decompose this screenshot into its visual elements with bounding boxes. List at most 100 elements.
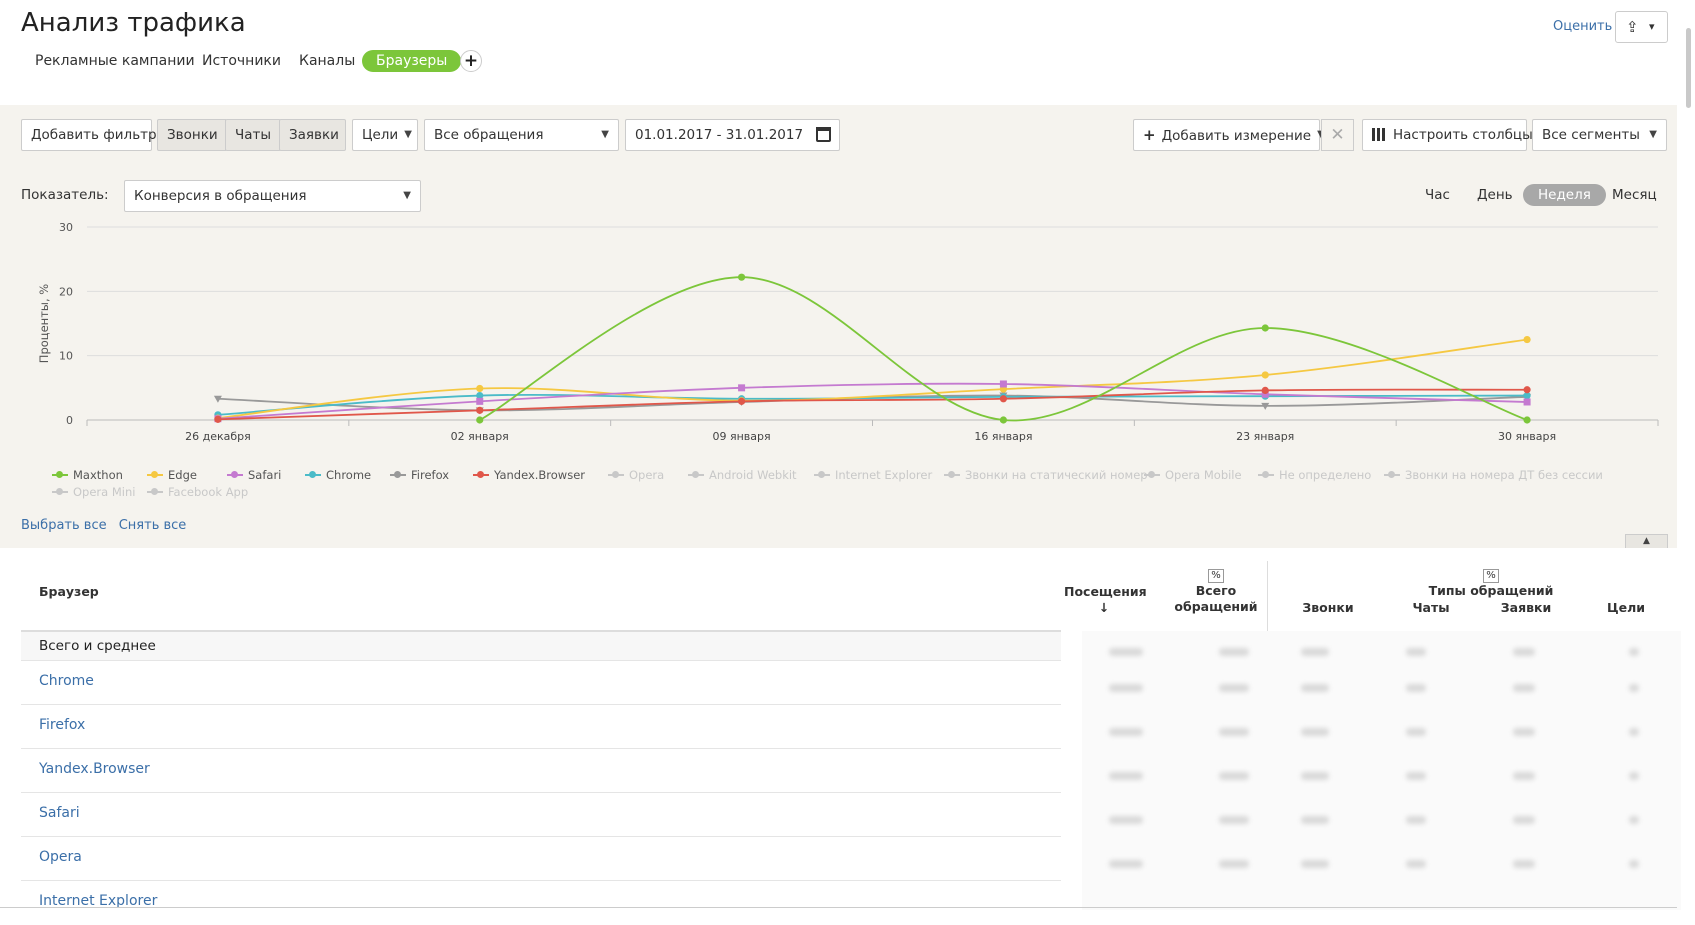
data-point — [1261, 386, 1269, 395]
legend-item[interactable]: Android Webkit — [688, 468, 797, 482]
data-point — [476, 406, 484, 414]
add-tab-icon[interactable]: + — [460, 50, 482, 72]
viewport-bottom-edge — [0, 907, 1677, 908]
legend-label: Android Webkit — [709, 468, 797, 482]
table-row[interactable]: Yandex.Browser — [21, 749, 1061, 793]
percent-toggle[interactable]: % — [1208, 569, 1224, 583]
period-month[interactable]: Месяц — [1612, 184, 1657, 206]
legend-marker-icon — [147, 487, 163, 497]
legend-item[interactable]: Opera Mobile — [1144, 468, 1242, 482]
col-header-total[interactable]: % Всего обращений — [1161, 566, 1271, 615]
collapse-chart-button[interactable]: ▲ — [1625, 534, 1668, 548]
requests-select-label: Все обращения — [434, 127, 544, 143]
legend-item[interactable]: Не определено — [1258, 468, 1371, 482]
legend-item[interactable]: Facebook App — [147, 485, 248, 499]
add-filter-button[interactable]: Добавить фильтр — [21, 119, 157, 151]
table-row-label[interactable]: Yandex.Browser — [39, 761, 150, 777]
obscured-value — [1109, 860, 1143, 868]
rate-link[interactable]: Оценить — [1553, 19, 1612, 34]
add-dimension-button[interactable]: +Добавить измерение▼ — [1133, 119, 1325, 151]
goals-select[interactable]: Цели ▼ — [352, 119, 418, 151]
table-row[interactable]: Safari — [21, 793, 1061, 837]
legend-item[interactable]: Edge — [147, 468, 197, 482]
tab-channels[interactable]: Каналы — [299, 50, 355, 72]
select-all-link[interactable]: Выбрать все — [21, 518, 107, 533]
table-row[interactable]: Firefox — [21, 705, 1061, 749]
metric-select[interactable]: Конверсия в обращения ▼ — [124, 180, 421, 212]
table-row[interactable]: Internet Explorer — [21, 881, 1061, 925]
obscured-value — [1629, 684, 1639, 692]
table-row-label[interactable]: Opera — [39, 849, 82, 865]
chevron-down-icon: ▼ — [601, 129, 609, 140]
obscured-value — [1219, 772, 1249, 780]
legend-links: Выбрать все Снять все — [21, 518, 186, 533]
data-point — [737, 397, 746, 405]
period-hour[interactable]: Час — [1425, 184, 1450, 206]
col-header-browser[interactable]: Браузер — [39, 584, 99, 600]
period-day[interactable]: День — [1477, 184, 1513, 206]
obscured-value — [1629, 816, 1639, 824]
tab-campaigns[interactable]: Рекламные кампании — [35, 50, 195, 72]
col-header-requests[interactable]: Заявки — [1481, 600, 1571, 616]
metric-select-label: Конверсия в обращения — [134, 188, 307, 204]
chevron-down-icon: ▼ — [1649, 129, 1657, 140]
obscured-value — [1301, 648, 1329, 656]
table-row-label[interactable]: Safari — [39, 805, 80, 821]
tab-browsers[interactable]: Браузеры — [362, 50, 462, 72]
segment-chats[interactable]: Чаты — [225, 119, 281, 151]
legend-label: Opera — [629, 468, 665, 482]
deselect-all-link[interactable]: Снять все — [119, 518, 187, 533]
col-header-calls[interactable]: Звонки — [1283, 600, 1373, 616]
legend-item[interactable]: Opera Mini — [52, 485, 135, 499]
col-header-goals[interactable]: Цели — [1591, 600, 1661, 616]
col-header-total-line1: Всего — [1195, 583, 1237, 598]
chevron-down-icon: ▾ — [1649, 20, 1655, 33]
calendar-icon[interactable] — [816, 127, 831, 142]
obscured-value — [1219, 860, 1249, 868]
percent-toggle[interactable]: % — [1483, 569, 1499, 583]
segments-select-label: Все сегменты — [1542, 127, 1640, 143]
legend-item[interactable]: Firefox — [390, 468, 449, 482]
legend-item[interactable]: Звонки на статический номер — [944, 468, 1148, 482]
col-header-visits[interactable]: Посещения ↓ — [1064, 584, 1147, 616]
legend-item[interactable]: Internet Explorer — [814, 468, 932, 482]
clear-dimension-button[interactable]: ✕ — [1321, 119, 1354, 151]
legend-marker-icon — [1144, 470, 1160, 480]
col-header-chats[interactable]: Чаты — [1391, 600, 1471, 616]
table-row[interactable]: Chrome — [21, 661, 1061, 705]
legend-item[interactable]: Maxthon — [52, 468, 123, 482]
tab-sources[interactable]: Источники — [202, 50, 281, 72]
legend-label: Звонки на номера ДТ без сессии — [1405, 468, 1603, 482]
legend-marker-icon — [1258, 470, 1274, 480]
obscured-value — [1109, 728, 1143, 736]
legend-item[interactable]: Opera — [608, 468, 664, 482]
scrollbar-thumb[interactable] — [1686, 28, 1691, 108]
obscured-value — [1406, 648, 1426, 656]
table-row-label[interactable]: Firefox — [39, 717, 85, 733]
configure-columns-button[interactable]: Настроить столбцы — [1362, 119, 1533, 151]
legend-item[interactable]: Safari — [227, 468, 281, 482]
page-scrollbar[interactable] — [1681, 0, 1695, 910]
legend-item[interactable]: Chrome — [305, 468, 371, 482]
legend-marker-icon — [147, 470, 163, 480]
segment-requests[interactable]: Заявки — [279, 119, 346, 151]
legend-item[interactable]: Звонки на номера ДТ без сессии — [1384, 468, 1603, 482]
legend-marker-icon — [688, 470, 704, 480]
data-point — [476, 384, 484, 393]
date-range-value: 01.01.2017 - 31.01.2017 — [635, 127, 804, 143]
table-row-label[interactable]: Chrome — [39, 673, 94, 689]
data-point — [999, 395, 1008, 403]
period-week[interactable]: Неделя — [1523, 184, 1606, 206]
column-divider — [1267, 561, 1268, 631]
chevron-down-icon: ▼ — [404, 129, 412, 140]
date-range-input[interactable]: 01.01.2017 - 31.01.2017 — [625, 119, 840, 151]
table-row[interactable]: Opera — [21, 837, 1061, 881]
segment-calls[interactable]: Звонки — [157, 119, 226, 151]
obscured-value — [1301, 684, 1329, 692]
legend-item[interactable]: Yandex.Browser — [473, 468, 585, 482]
data-point — [476, 416, 484, 424]
share-button[interactable]: ⇪ ▾ — [1615, 11, 1668, 43]
requests-select[interactable]: Все обращения ▼ — [424, 119, 619, 151]
configure-columns-label: Настроить столбцы — [1393, 127, 1533, 143]
segments-select[interactable]: Все сегменты ▼ — [1532, 119, 1667, 151]
